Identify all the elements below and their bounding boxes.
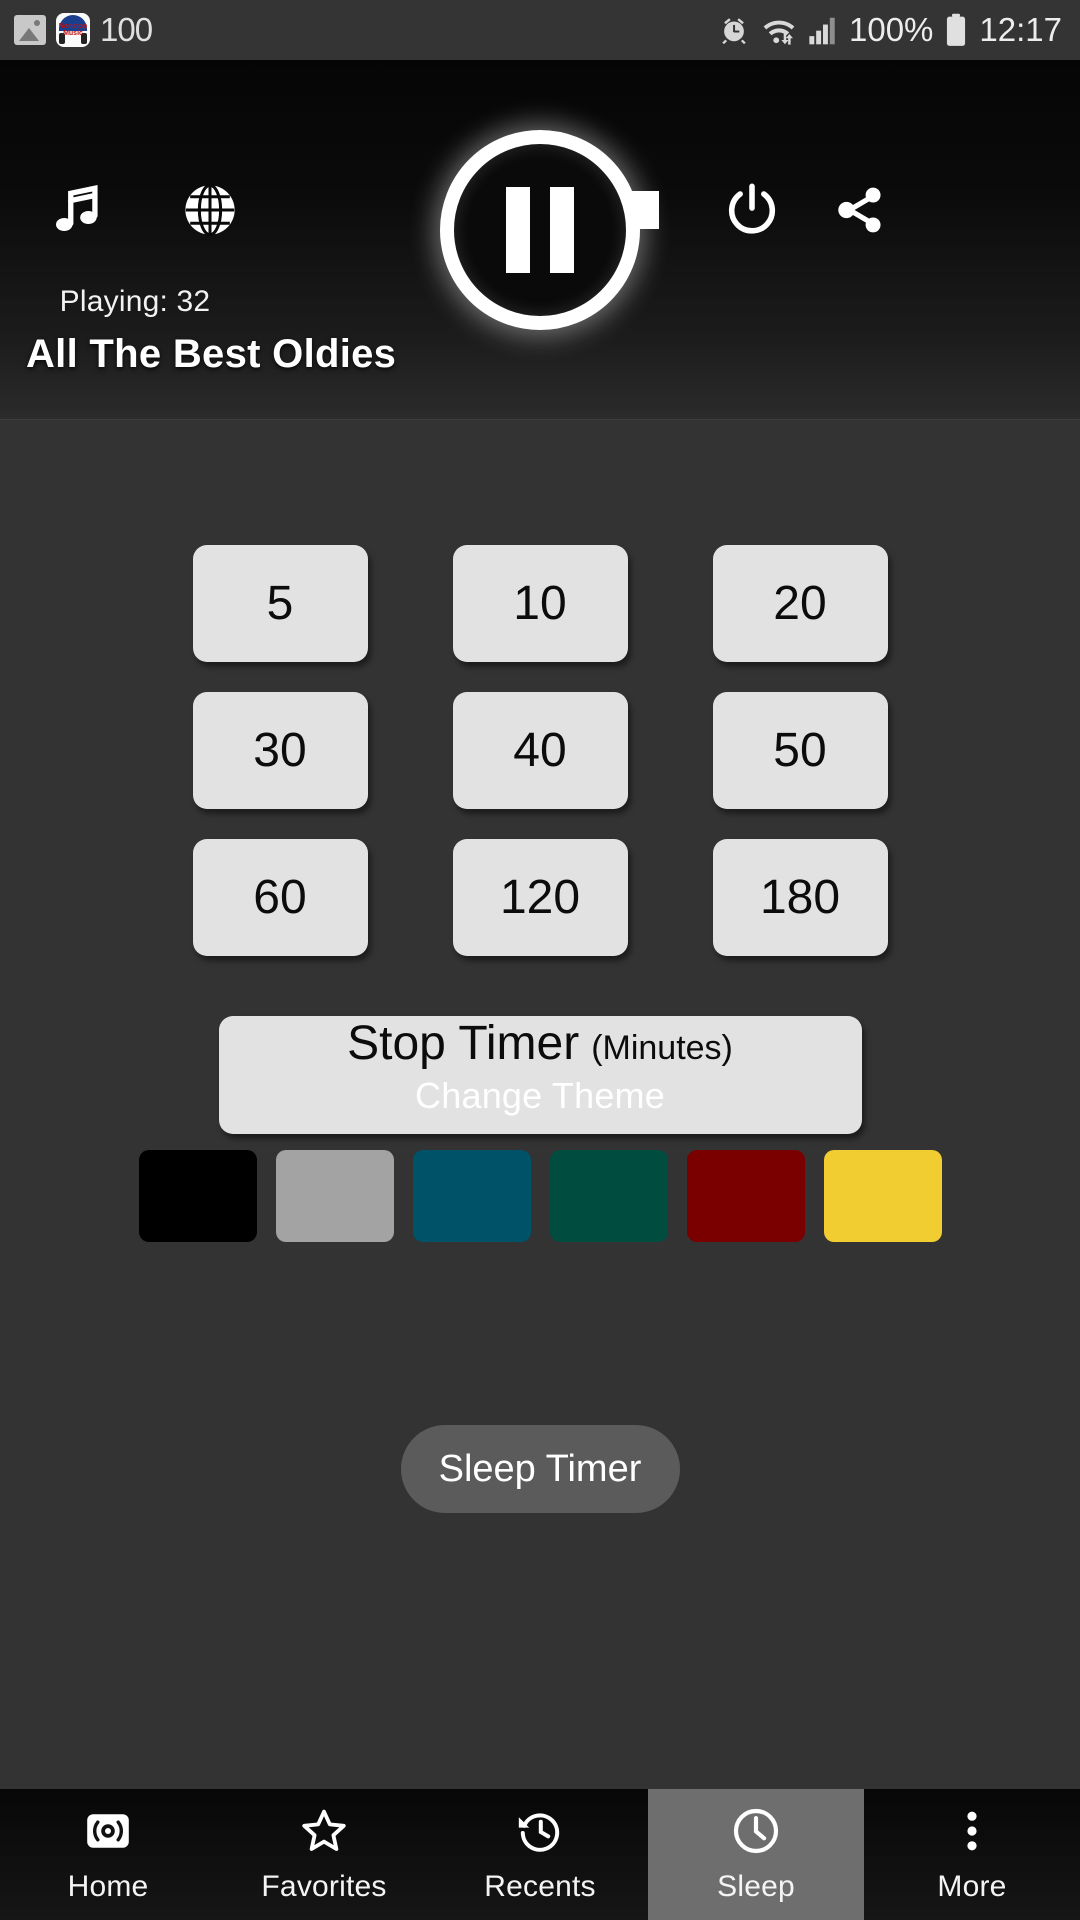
timer-row: 30 40 50 [192,692,888,809]
pause-bar-left [506,187,530,273]
status-bar-right: 100% 12:17 [718,11,1062,49]
theme-swatch-blue[interactable] [412,1150,531,1242]
clock-label: 12:17 [979,11,1062,48]
play-pause-button[interactable] [440,130,640,330]
timer-button-grid: 5 10 20 30 40 50 60 120 180 Stop Timer (… [0,545,1080,1134]
change-theme-section: Change Theme [0,1075,1080,1242]
timer-button-30[interactable]: 30 [192,692,368,809]
theme-swatch-red[interactable] [686,1150,805,1242]
globe-icon [185,183,235,237]
nav-label-favorites: Favorites [261,1869,387,1903]
share-button[interactable] [820,170,900,250]
overflow-menu-icon [957,1806,987,1856]
timer-row: 60 120 180 [192,839,888,956]
alarm-icon [722,18,746,45]
power-button[interactable] [712,170,792,250]
app-screen: Nonstop Music 100 100% 12:17 Playing: 32… [0,0,1080,1920]
timer-button-5[interactable]: 5 [192,545,368,662]
nav-item-recents[interactable]: Recents [432,1789,648,1920]
timer-button-180[interactable]: 180 [712,839,888,956]
timer-button-20[interactable]: 20 [712,545,888,662]
theme-swatch-black[interactable] [138,1150,257,1242]
nonstop-music-app-icon: Nonstop Music [56,13,90,47]
player-header: Playing: 32 All The Best Oldies [0,60,1080,420]
star-icon [299,1806,349,1856]
status-bar: Nonstop Music 100 100% 12:17 [0,0,1080,60]
theme-swatch-list [0,1150,1080,1242]
theme-swatch-gray[interactable] [275,1150,394,1242]
theme-swatch-yellow[interactable] [823,1150,942,1242]
nav-item-home[interactable]: Home [0,1789,216,1920]
sleep-timer-pill-wrap: Sleep Timer [0,1425,1080,1513]
photo-icon [14,15,46,45]
nav-label-sleep: Sleep [717,1869,795,1903]
sleep-timer-pill[interactable]: Sleep Timer [400,1425,680,1513]
bottom-navigation: Home Favorites Recents Sleep More [0,1789,1080,1920]
history-icon [516,1806,564,1856]
change-theme-title: Change Theme [415,1075,665,1116]
playing-count-label: Playing: 32 [59,285,211,318]
nav-item-favorites[interactable]: Favorites [216,1789,432,1920]
battery-icon [947,13,966,46]
nav-label-home: Home [67,1869,149,1903]
timer-button-10[interactable]: 10 [452,545,628,662]
pause-bar-right [550,187,574,273]
timer-button-120[interactable]: 120 [452,839,628,956]
radio-icon [84,1806,132,1856]
nav-label-recents: Recents [484,1869,596,1903]
wifi-icon [763,20,795,45]
clock-icon [731,1806,781,1856]
stop-timer-unit: (Minutes) [591,1029,733,1067]
signal-icon [809,17,835,45]
timer-button-40[interactable]: 40 [452,692,628,809]
share-icon [838,187,881,233]
nav-item-more[interactable]: More [864,1789,1080,1920]
notification-count: 100 [100,11,153,48]
music-library-button[interactable] [38,170,118,250]
music-note-icon [56,184,98,232]
stop-timer-label: Stop Timer [347,1017,580,1070]
sleep-timer-page: 5 10 20 30 40 50 60 120 180 Stop Timer (… [0,420,1080,1789]
status-bar-left: Nonstop Music 100 [14,11,153,49]
power-icon [728,183,776,234]
nav-label-more: More [937,1869,1007,1903]
timer-row: 5 10 20 [192,545,888,662]
station-name: All The Best Oldies [26,332,397,376]
nav-item-sleep[interactable]: Sleep [648,1789,864,1920]
timer-button-60[interactable]: 60 [192,839,368,956]
battery-percent-label: 100% [849,11,934,48]
theme-swatch-green[interactable] [549,1150,668,1242]
app-icon-label: Nonstop Music [58,23,88,37]
timer-button-50[interactable]: 50 [712,692,888,809]
web-stations-button[interactable] [170,170,250,250]
